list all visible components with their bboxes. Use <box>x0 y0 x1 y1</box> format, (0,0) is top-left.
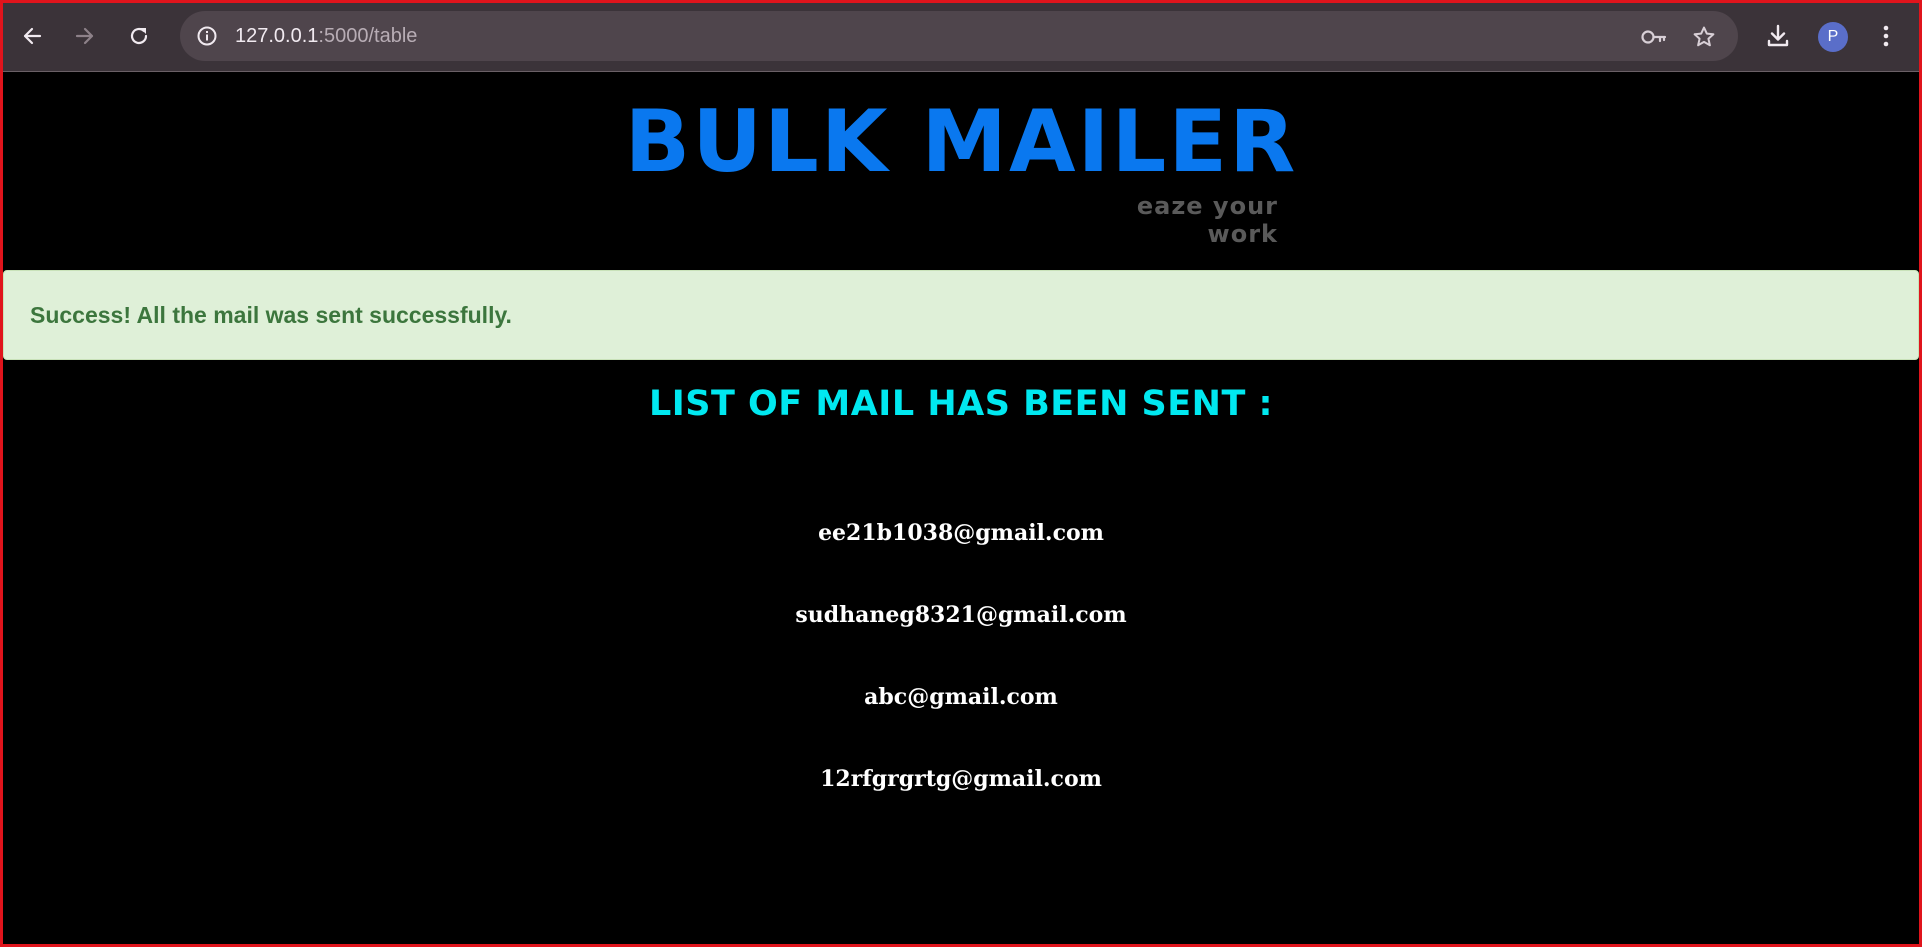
downloads-button[interactable] <box>1760 18 1796 54</box>
url-text[interactable]: 127.0.0.1:5000/table <box>235 11 417 61</box>
email-item: ee21b1038@gmail.com <box>818 520 1104 546</box>
back-button[interactable] <box>14 18 50 54</box>
kebab-menu-icon <box>1883 25 1889 47</box>
url-path: :5000/table <box>318 25 418 47</box>
email-item: abc@gmail.com <box>864 684 1058 710</box>
email-item: 12rfgrgrtg@gmail.com <box>820 766 1102 792</box>
success-alert: Success! All the mail was sent successfu… <box>3 270 1919 360</box>
reload-button[interactable] <box>121 18 157 54</box>
site-info-button[interactable] <box>194 23 220 49</box>
page-title: BULK MAILER <box>624 92 1298 192</box>
alert-message: Success! All the mail was sent successfu… <box>30 302 512 328</box>
star-icon <box>1693 26 1715 47</box>
email-item: sudhaneg8321@gmail.com <box>795 602 1127 628</box>
download-icon <box>1767 24 1789 47</box>
password-manager-button[interactable] <box>1640 23 1668 51</box>
key-icon <box>1641 30 1667 44</box>
forward-button[interactable] <box>67 18 103 54</box>
address-bar[interactable]: 127.0.0.1:5000/table <box>180 11 1738 61</box>
sent-list-heading: LIST OF MAIL HAS BEEN SENT : <box>648 384 1274 424</box>
arrow-left-icon <box>23 27 42 45</box>
info-icon <box>197 26 217 46</box>
url-host: 127.0.0.1 <box>235 25 319 47</box>
arrow-right-icon <box>75 27 94 45</box>
profile-avatar[interactable]: P <box>1818 22 1848 52</box>
browser-menu-button[interactable] <box>1868 18 1904 54</box>
tagline: eaze your work <box>1136 192 1278 248</box>
browser-toolbar: 127.0.0.1:5000/table P <box>0 0 1922 72</box>
reload-icon <box>130 27 148 45</box>
bookmark-button[interactable] <box>1690 23 1718 51</box>
sent-email-list: ee21b1038@gmail.com sudhaneg8321@gmail.c… <box>0 492 1922 820</box>
page-content: BULK MAILER eaze your work Success! All … <box>0 72 1922 947</box>
